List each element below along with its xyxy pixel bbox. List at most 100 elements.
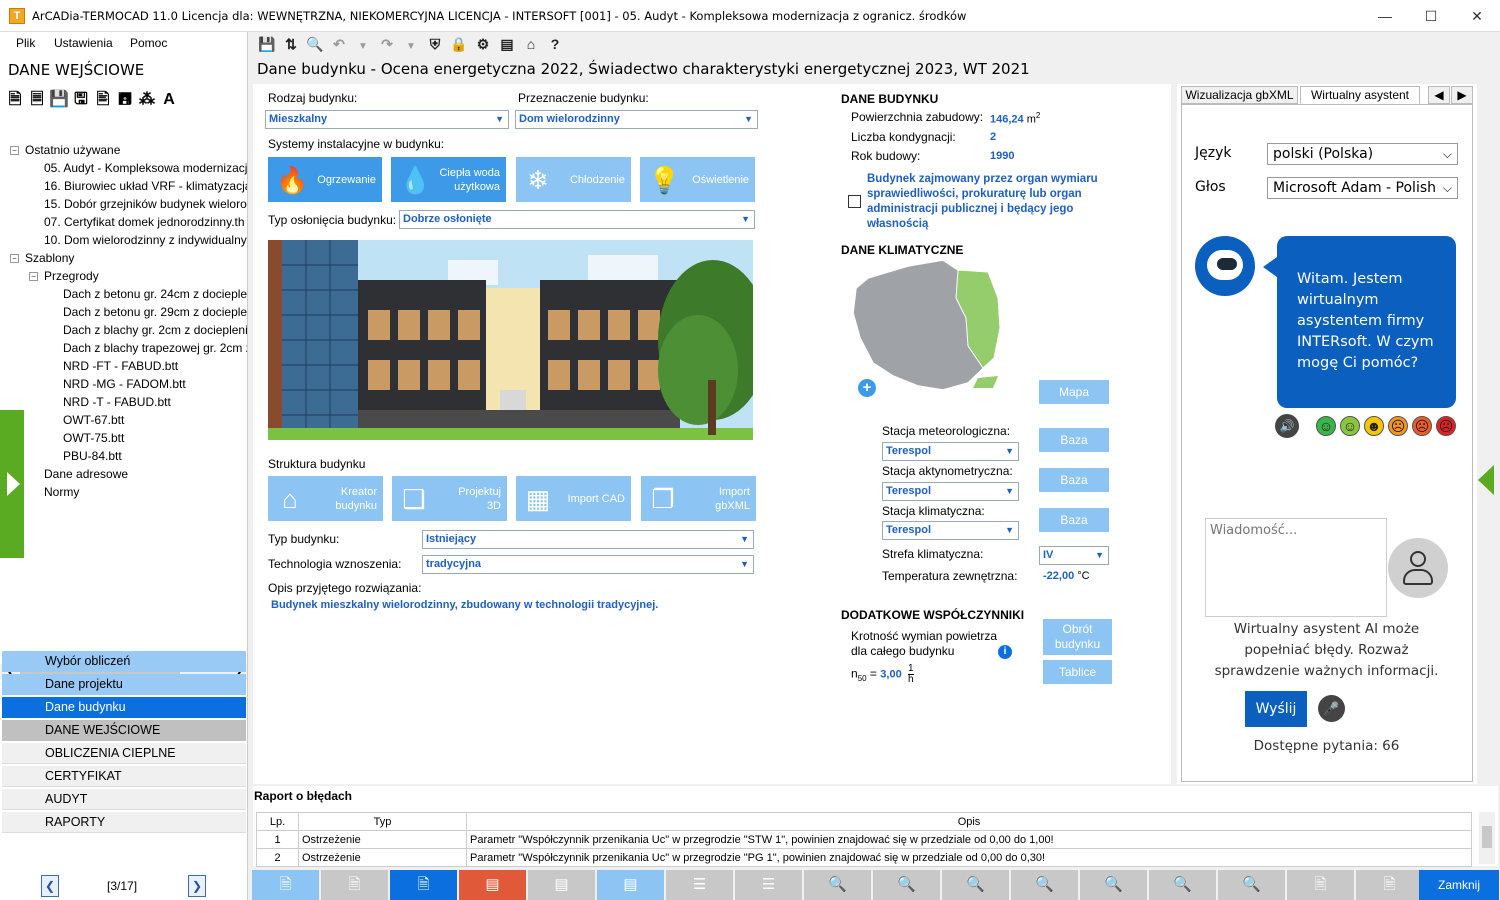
clim-select[interactable]: Terespol [882, 521, 1019, 540]
base-button-clim[interactable]: Baza [1039, 508, 1109, 532]
zone-select[interactable]: IV [1039, 546, 1109, 565]
report-scrollbar[interactable] [1479, 812, 1495, 864]
tree-norms[interactable]: Normy [44, 485, 79, 499]
building-type-select[interactable]: Mieszkalny [265, 110, 509, 129]
btab-search3-icon[interactable]: 🔍 [942, 870, 1010, 900]
btab-page2-icon[interactable]: 🗎 [1356, 870, 1424, 900]
type-select[interactable]: Istniejący [422, 530, 754, 549]
nav-audyt[interactable]: AUDYT [2, 789, 246, 810]
tab-gbxml[interactable]: Wizualizacja gbXML [1181, 86, 1298, 104]
help-icon[interactable]: ? [543, 36, 567, 52]
menu-ustawienia[interactable]: Ustawienia [54, 36, 113, 50]
tree-item[interactable]: Dach z betonu gr. 29cm z docieplen [63, 305, 247, 319]
nav-certyfikat[interactable]: CERTYFIKAT [2, 766, 246, 787]
base-button-act[interactable]: Baza [1039, 468, 1109, 492]
tech-select[interactable]: tradycyjna [422, 555, 754, 574]
rotate-building-button[interactable]: Obrót budynku [1043, 619, 1112, 655]
btab-doc-active-icon[interactable]: 🗎 [390, 870, 458, 900]
tab-scroll-right-icon[interactable]: ▶ [1451, 86, 1473, 104]
btab-page-icon[interactable]: 🗎 [1287, 870, 1355, 900]
redo-list-icon[interactable]: ▼ [399, 41, 423, 52]
collapse-left-arrow[interactable] [0, 410, 24, 558]
btab-list2-icon[interactable]: ☰ [735, 870, 803, 900]
robot-icon[interactable]: ⚙ [471, 36, 495, 53]
purpose-select[interactable]: Dom wielorodzinny [515, 110, 758, 129]
minimize-button[interactable]: — [1362, 0, 1408, 32]
tree-item[interactable]: Dach z blachy trapezowej gr. 2cm z [63, 341, 247, 355]
undo-icon[interactable]: ↶ [327, 36, 351, 53]
tree-item[interactable]: NRD -MG - FADOM.btt [63, 377, 186, 391]
nav-dane-projektu[interactable]: Dane projektu [2, 674, 246, 695]
justice-checkbox[interactable] [848, 195, 861, 208]
collapse-icon[interactable]: − [29, 272, 38, 281]
close-window-button[interactable]: ✕ [1454, 0, 1500, 32]
poland-map[interactable] [848, 258, 1003, 390]
tree-item[interactable]: 10. Dom wielorodzinny z indywidualny [44, 233, 247, 247]
tree-item[interactable]: 16. Biurowiec układ VRF - klimatyzacja [44, 179, 247, 193]
design-3d-button[interactable]: ❑ Projektuj 3D [392, 476, 507, 521]
tree-item[interactable]: PBU-84.btt [63, 449, 122, 463]
send-button[interactable]: Wyślij [1245, 691, 1307, 727]
nav-dane-budynku[interactable]: Dane budynku [2, 697, 246, 718]
tree-item[interactable]: Dach z betonu gr. 24cm z docieplen [63, 287, 247, 301]
emoji-neutral-icon[interactable]: ☻ [1364, 416, 1384, 436]
tab-scroll-left-icon[interactable]: ◀ [1428, 86, 1450, 104]
tree-item[interactable]: 15. Dobór grzejników budynek wieloro [44, 197, 247, 211]
info-icon[interactable]: i [998, 645, 1012, 659]
table-row[interactable]: 2 Ostrzeżenie Parametr "Współczynnik prz… [256, 848, 1472, 867]
btab-search-icon[interactable]: 🔍 [804, 870, 872, 900]
tree-item[interactable]: NRD -FT - FABUD.btt [63, 359, 178, 373]
redo-icon[interactable]: ↷ [375, 36, 399, 53]
collapse-icon[interactable]: − [10, 254, 19, 263]
database-icon[interactable]: ⛨ [423, 36, 447, 53]
collapse-icon[interactable]: − [10, 146, 19, 155]
close-button[interactable]: Zamknij [1419, 870, 1500, 900]
btab-table2-icon[interactable]: ▤ [597, 870, 665, 900]
next-page-button[interactable]: ❯ [188, 875, 206, 897]
emoji-sad-icon[interactable]: ☹ [1412, 416, 1432, 436]
base-button-met[interactable]: Baza [1039, 428, 1109, 452]
report-scroll-thumb[interactable] [1482, 826, 1492, 848]
tab-virtual-assistant[interactable]: Wirtualny asystent [1300, 86, 1420, 104]
prev-page-button[interactable]: ❮ [41, 875, 59, 897]
preview-icon[interactable]: 🔍 [303, 36, 327, 53]
collapse-right-arrow[interactable] [1478, 465, 1494, 495]
btab-list-icon[interactable]: ☰ [666, 870, 734, 900]
import-cad-button[interactable]: ▦ Import CAD [516, 476, 631, 521]
undo-list-icon[interactable]: ▼ [351, 41, 375, 52]
import-gbxml-button[interactable]: ❐ Import gbXML [641, 476, 756, 521]
font-icon[interactable]: A [158, 91, 180, 109]
btab-error-report-icon[interactable]: ▤ [459, 870, 527, 900]
btab-search2-icon[interactable]: 🔍 [873, 870, 941, 900]
tree-item[interactable]: NRD -T - FABUD.btt [63, 395, 171, 409]
emoji-unhappy-icon[interactable]: ☹ [1388, 416, 1408, 436]
cooling-tile[interactable]: ❄ Chłodzenie [516, 157, 631, 202]
tree-item[interactable]: 07. Certyfikat domek jednorodzinny.th [44, 215, 245, 229]
save-icon[interactable]: 💾 [48, 89, 70, 109]
message-input[interactable] [1205, 518, 1387, 617]
list-icon[interactable]: ▤ [495, 36, 519, 53]
spellcheck-icon[interactable]: ⁂ [136, 89, 158, 109]
lock-icon[interactable]: 🔒 [447, 36, 471, 53]
act-select[interactable]: Terespol [882, 482, 1019, 501]
btab-search4-icon[interactable]: 🔍 [1011, 870, 1079, 900]
table-row[interactable]: 1 Ostrzeżenie Parametr "Współczynnik prz… [256, 830, 1472, 849]
building-creator-button[interactable]: ⌂ Kreator budynku [268, 476, 383, 521]
n50-value[interactable]: 3,00 [880, 669, 901, 681]
nav-raporty[interactable]: RAPORTY [2, 812, 246, 833]
emoji-very-happy-icon[interactable]: ☺ [1316, 416, 1336, 436]
voice-select[interactable]: Microsoft Adam - Polish [1267, 177, 1458, 199]
zoom-in-icon[interactable]: + [858, 379, 876, 397]
met-select[interactable]: Terespol [882, 442, 1019, 461]
nav-obliczenia-cieplne[interactable]: OBLICZENIA CIEPLNE [2, 743, 246, 764]
emoji-angry-icon[interactable]: ☹ [1436, 416, 1456, 436]
desc-value[interactable]: Budynek mieszkalny wielorodzinny, zbudow… [271, 599, 658, 611]
tree-address[interactable]: Dane adresowe [44, 467, 128, 481]
btab-search6-icon[interactable]: 🔍 [1149, 870, 1217, 900]
microphone-icon[interactable]: 🎤 [1318, 695, 1345, 722]
tables-button[interactable]: Tablice [1043, 660, 1112, 684]
tree-templates[interactable]: Szablony [25, 251, 74, 265]
heating-tile[interactable]: 🔥 Ogrzewanie [268, 157, 382, 202]
refresh-icon[interactable]: ⇅ [279, 36, 303, 53]
btab-search7-icon[interactable]: 🔍 [1218, 870, 1286, 900]
